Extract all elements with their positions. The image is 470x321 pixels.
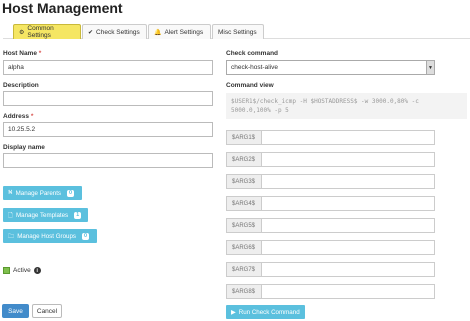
button-label: Manage Parents <box>15 189 62 197</box>
arg-input[interactable] <box>262 284 435 299</box>
arg-row: $ARG2$ <box>226 152 435 167</box>
arg-input[interactable] <box>262 240 435 255</box>
arg-label: $ARG5$ <box>226 218 262 233</box>
arg-row: $ARG6$ <box>226 240 435 255</box>
cancel-button[interactable]: Cancel <box>32 304 62 318</box>
arg-row: $ARG1$ <box>226 130 435 145</box>
arg-row: $ARG7$ <box>226 262 435 277</box>
arg-row: $ARG5$ <box>226 218 435 233</box>
manage-parents-button[interactable]: ⛕ Manage Parents 0 <box>3 186 82 200</box>
active-label: Active <box>13 267 31 274</box>
active-checkbox[interactable] <box>3 267 10 274</box>
arg-label: $ARG6$ <box>226 240 262 255</box>
count-badge: 1 <box>74 211 82 219</box>
arg-row: $ARG3$ <box>226 174 435 189</box>
chevron-down-icon: ▼ <box>426 61 434 74</box>
count-badge: 0 <box>67 189 75 197</box>
tab-check-settings[interactable]: ✔ Check Settings <box>82 24 147 39</box>
bell-icon: 🔔 <box>154 29 162 36</box>
arg-label: $ARG2$ <box>226 152 262 167</box>
address-label: Address * <box>3 113 34 120</box>
arg-input[interactable] <box>262 262 435 277</box>
required-marker: * <box>38 50 42 57</box>
arg-label: $ARG4$ <box>226 196 262 211</box>
display-name-input[interactable] <box>3 153 213 168</box>
button-label: Run Check Command <box>238 308 300 316</box>
button-label: Manage Templates <box>15 211 69 219</box>
run-check-command-button[interactable]: ▶ Run Check Command <box>226 305 305 319</box>
page-title: Host Management <box>2 0 123 16</box>
manage-templates-button[interactable]: 🗋 Manage Templates 1 <box>3 208 88 222</box>
arg-label: $ARG1$ <box>226 130 262 145</box>
folder-icon: 🗀 <box>8 232 15 240</box>
gear-icon: ⚙ <box>19 29 25 36</box>
save-button[interactable]: Save <box>2 304 29 318</box>
arg-label: $ARG8$ <box>226 284 262 299</box>
tab-common-settings[interactable]: ⚙ Common Settings <box>13 24 81 39</box>
arg-input[interactable] <box>262 130 435 145</box>
tab-bar: ⚙ Common Settings ✔ Check Settings 🔔 Ale… <box>3 24 470 39</box>
tab-label: Alert Settings <box>164 28 204 36</box>
file-icon: 🗋 <box>8 211 13 219</box>
tab-alert-settings[interactable]: 🔔 Alert Settings <box>148 24 211 39</box>
check-command-select[interactable]: check-host-alive ▼ <box>226 60 435 75</box>
host-name-input[interactable]: alpha <box>3 60 213 75</box>
play-icon: ▶ <box>231 308 236 316</box>
tab-label: Misc Settings <box>218 28 257 36</box>
active-toggle[interactable]: Active i <box>3 267 41 274</box>
arg-label: $ARG7$ <box>226 262 262 277</box>
command-view-label: Command view <box>226 82 274 89</box>
arg-row: $ARG8$ <box>226 284 435 299</box>
info-icon[interactable]: i <box>33 267 41 274</box>
checkmark-icon: ✔ <box>88 29 94 36</box>
host-name-label: Host Name * <box>3 50 42 57</box>
manage-host-groups-button[interactable]: 🗀 Manage Host Groups 0 <box>3 229 97 243</box>
arg-input[interactable] <box>262 196 435 211</box>
button-label: Manage Host Groups <box>17 232 76 240</box>
arg-input[interactable] <box>262 218 435 233</box>
arg-label: $ARG3$ <box>226 174 262 189</box>
description-label: Description <box>3 82 39 89</box>
selected-value: check-host-alive <box>231 64 278 71</box>
arg-input[interactable] <box>262 152 435 167</box>
check-command-label: Check command <box>226 50 279 57</box>
arg-input[interactable] <box>262 174 435 189</box>
description-input[interactable] <box>3 91 213 106</box>
tab-label: Check Settings <box>96 28 140 36</box>
count-badge: 0 <box>82 232 90 240</box>
arg-row: $ARG4$ <box>226 196 435 211</box>
address-input[interactable]: 10.25.5.2 <box>3 122 213 137</box>
sitemap-icon: ⛕ <box>8 189 13 196</box>
display-name-label: Display name <box>3 144 45 151</box>
tab-misc-settings[interactable]: Misc Settings <box>212 24 264 39</box>
command-view: $USER1$/check_icmp -H $HOSTADDRESS$ -w 3… <box>226 93 467 119</box>
tab-label: Common Settings <box>27 25 54 39</box>
required-marker: * <box>30 113 34 120</box>
